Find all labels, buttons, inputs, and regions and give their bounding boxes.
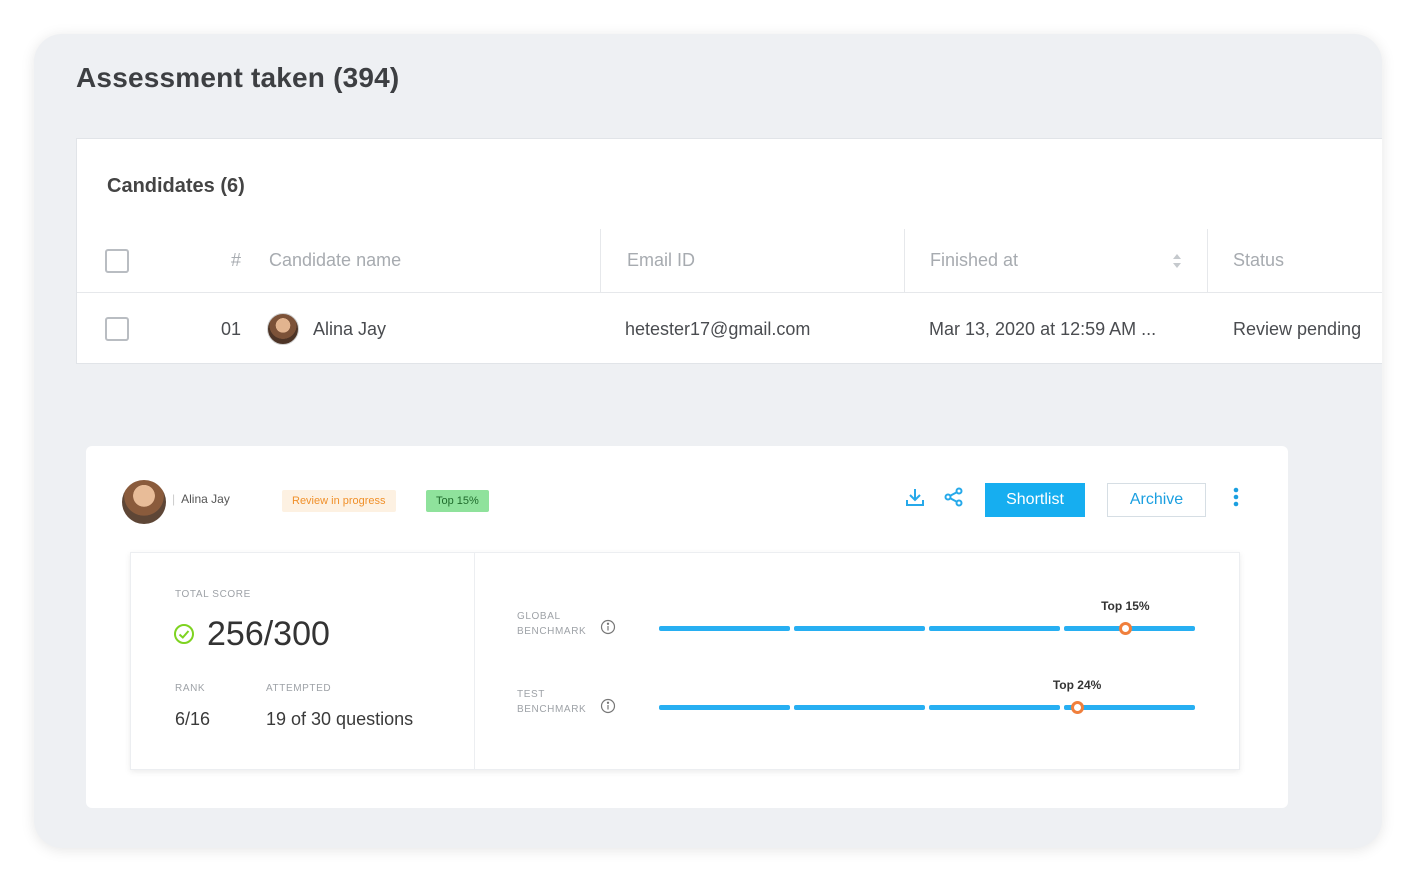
- share-icon[interactable]: [943, 486, 967, 510]
- status-badge: Review in progress: [282, 490, 396, 512]
- total-score-label: TOTAL SCORE: [175, 589, 251, 600]
- benchmark-segment: [929, 626, 1060, 631]
- candidates-table-card: Candidates (6) # Candidate name Email ID…: [76, 138, 1382, 364]
- candidate-name-cell[interactable]: Alina Jay: [267, 293, 386, 365]
- download-icon[interactable]: [904, 486, 928, 510]
- detail-candidate-name: | Alina Jay: [172, 492, 230, 506]
- benchmark-segment: [794, 626, 925, 631]
- header-candidate-name[interactable]: Candidate name: [269, 229, 401, 292]
- select-all-checkbox[interactable]: [105, 248, 129, 273]
- header-finished-at[interactable]: Finished at: [930, 229, 1182, 292]
- column-divider: [1207, 229, 1208, 293]
- info-icon[interactable]: [600, 698, 616, 714]
- test-benchmark-label: TEST BENCHMARK: [517, 689, 587, 715]
- finished-at-value: Mar 13, 2020 at 12:59 AM ...: [929, 318, 1157, 339]
- select-all-cell: [105, 229, 129, 292]
- score-summary: TOTAL SCORE 256/300 RANK ATTEMPTED 6/16 …: [131, 553, 475, 769]
- test-benchmark-top-label: Top 24%: [1052, 678, 1102, 692]
- avatar: [122, 480, 166, 524]
- check-circle-icon: [173, 623, 195, 645]
- benchmark-marker: [1118, 622, 1132, 635]
- table-row[interactable]: 01 Alina Jay hetester17@gmail.com Mar 13…: [77, 293, 1382, 365]
- global-benchmark-label: GLOBAL BENCHMARK: [517, 611, 587, 637]
- benchmark-segment: [929, 705, 1060, 710]
- row-number: 01: [221, 318, 242, 339]
- benchmark-marker: [1070, 701, 1084, 714]
- benchmark-segment: [659, 705, 790, 710]
- candidate-detail-card: | Alina Jay Review in progress Top 15% Sh…: [86, 446, 1288, 808]
- score-panel: TOTAL SCORE 256/300 RANK ATTEMPTED 6/16 …: [130, 552, 1240, 770]
- page-title: Assessment taken (394): [76, 62, 400, 93]
- header-status[interactable]: Status: [1233, 229, 1284, 292]
- kebab-menu-icon[interactable]: [1228, 486, 1244, 510]
- shortlist-button[interactable]: Shortlist: [985, 483, 1085, 517]
- info-icon[interactable]: [600, 619, 616, 635]
- candidate-email: hetester17@gmail.com: [625, 318, 811, 339]
- attempted-value: 19 of 30 questions: [266, 709, 414, 729]
- table-header: # Candidate name Email ID Finished at St…: [77, 229, 1382, 293]
- candidates-title: Candidates (6): [107, 175, 245, 197]
- benchmarks: GLOBAL BENCHMARK Top 15% TEST BENCHMARK: [475, 553, 1241, 769]
- detail-name-text: Alina Jay: [181, 492, 230, 506]
- row-checkbox[interactable]: [105, 317, 129, 341]
- header-email[interactable]: Email ID: [627, 229, 695, 292]
- rank-label: RANK: [175, 683, 206, 694]
- rank-value: 6/16: [175, 709, 211, 729]
- sort-icon[interactable]: [1172, 229, 1182, 292]
- header-finished-at-label: Finished at: [930, 250, 1019, 270]
- global-benchmark-top-label: Top 15%: [1101, 599, 1150, 613]
- avatar: [267, 313, 299, 345]
- benchmark-segment: [1064, 705, 1195, 710]
- candidate-name: Alina Jay: [313, 318, 387, 339]
- status-value: Review pending: [1233, 318, 1362, 339]
- total-score-value: 256/300: [207, 615, 330, 653]
- attempted-label: ATTEMPTED: [266, 683, 332, 694]
- rank-badge: Top 15%: [426, 490, 489, 512]
- global-benchmark-bar: [659, 622, 1195, 635]
- benchmark-segment: [794, 705, 925, 710]
- header-number: #: [231, 250, 242, 270]
- archive-button[interactable]: Archive: [1107, 483, 1206, 517]
- column-divider: [904, 229, 905, 293]
- column-divider: [600, 229, 601, 293]
- row-select-cell: [105, 293, 129, 365]
- app-frame: Assessment taken (394) Candidates (6) # …: [34, 34, 1382, 848]
- test-benchmark-bar: [659, 701, 1195, 714]
- benchmark-segment: [659, 626, 790, 631]
